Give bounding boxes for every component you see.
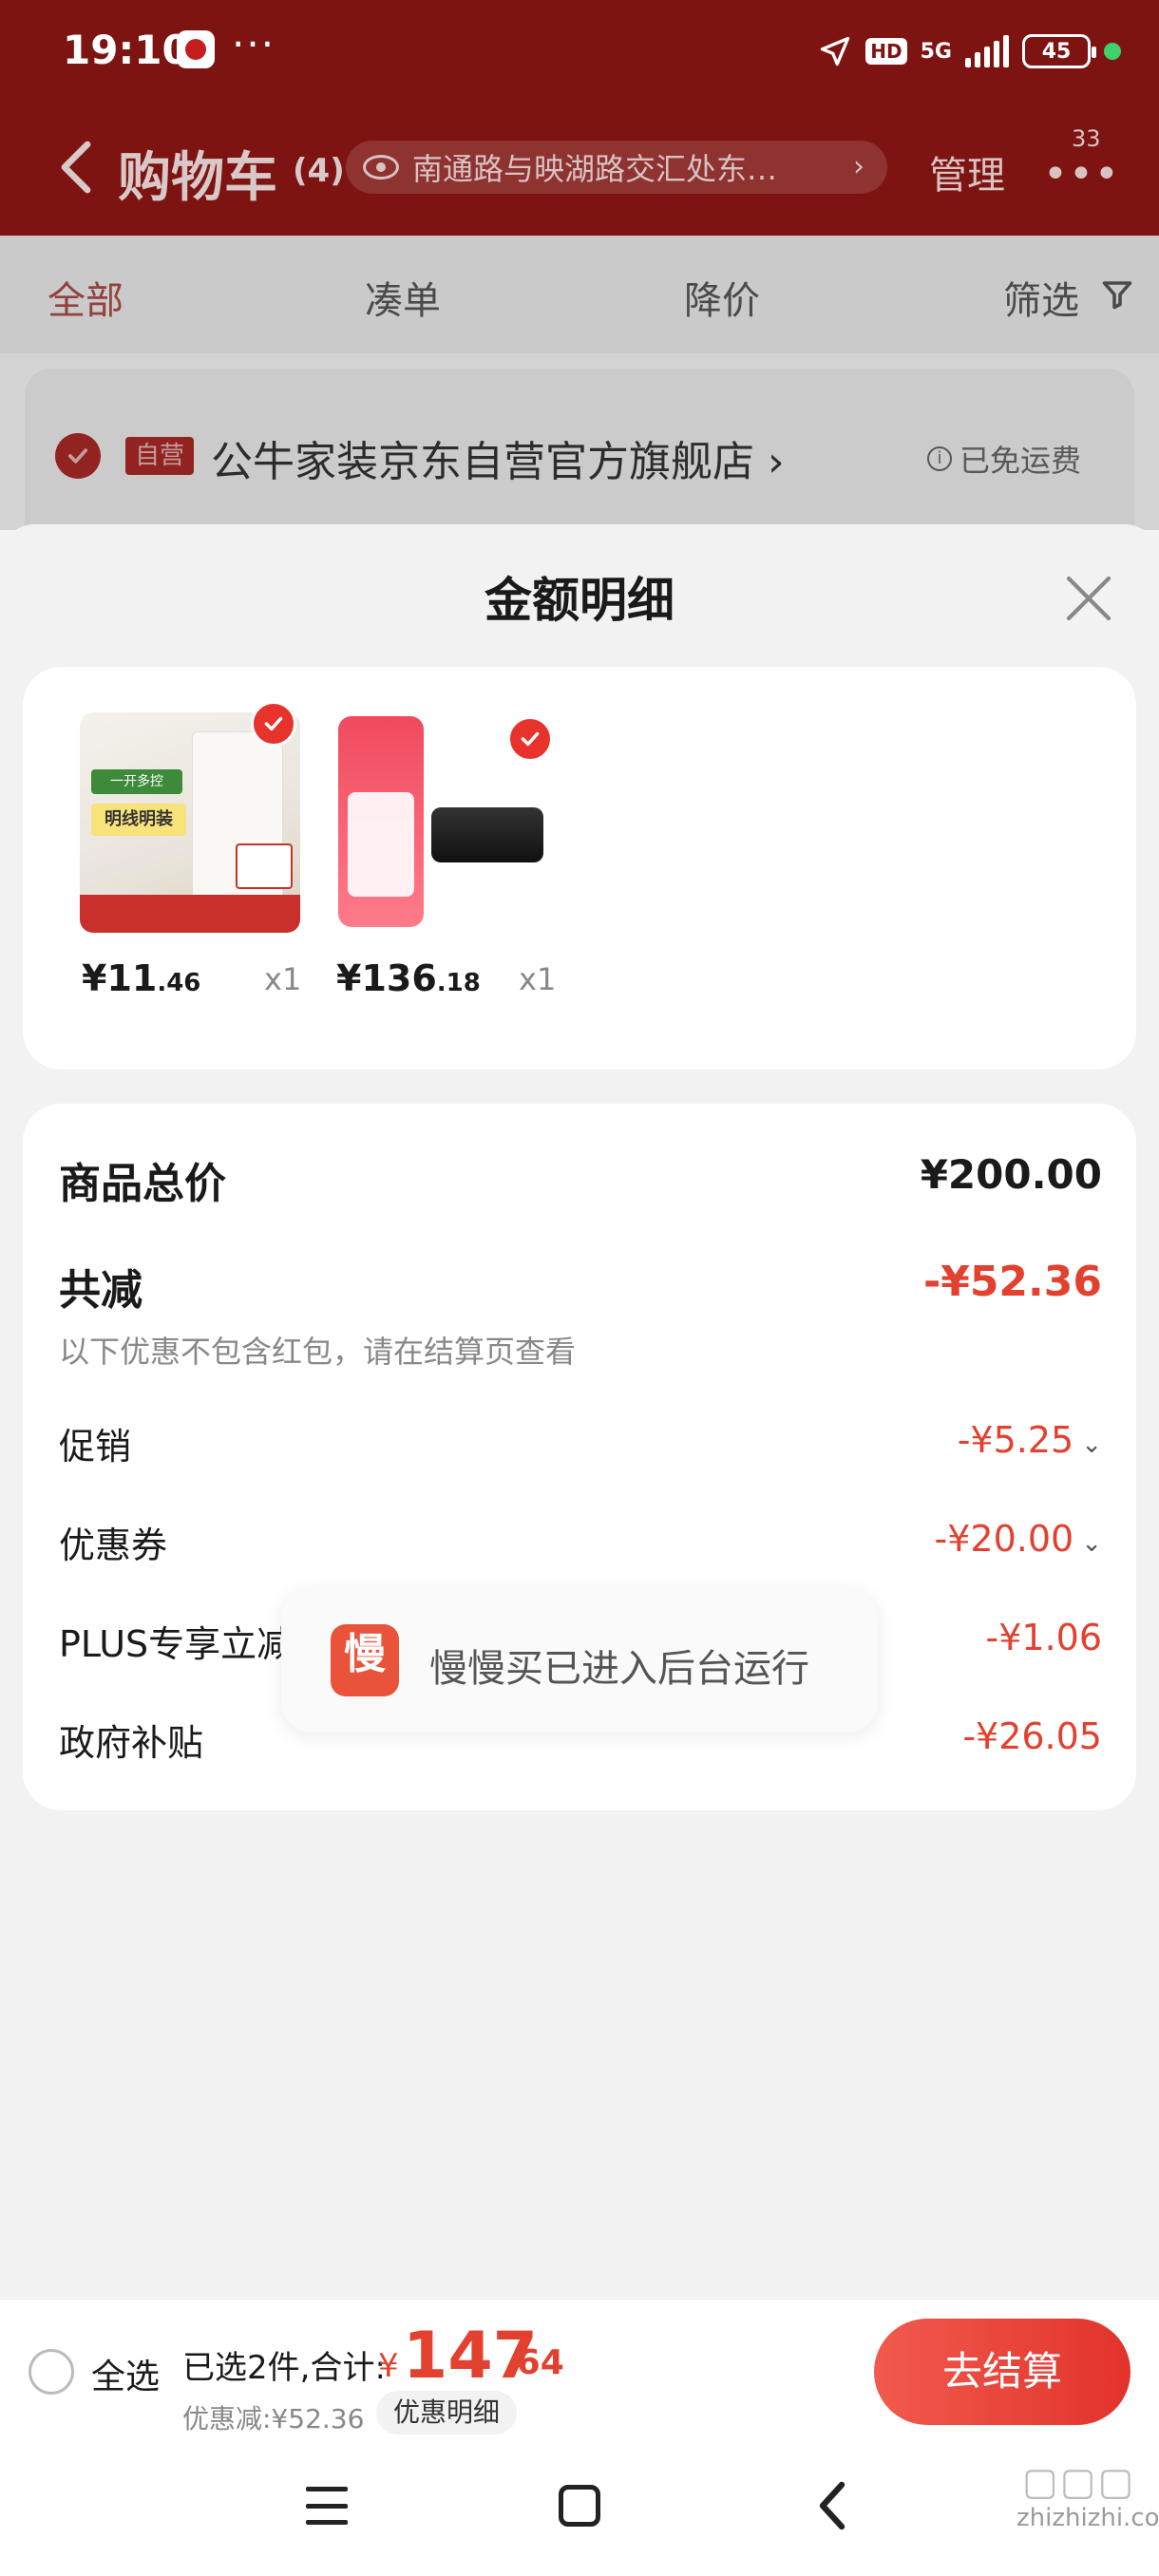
subsidy-value: -¥26.05 (962, 1715, 1102, 1757)
price-decimal: .18 (436, 969, 481, 997)
address-text: 南通路与映湖路交汇处东… (412, 151, 778, 187)
coupon-label: 优惠券 (59, 1525, 168, 1566)
check-icon (264, 716, 283, 731)
product-price: ¥11.46 (82, 957, 200, 999)
manage-button[interactable]: 管理 (929, 144, 1005, 199)
price-decimal: .46 (157, 969, 201, 997)
total-price-value: ¥200.00 (920, 1151, 1102, 1198)
promotion-row-toggle[interactable]: -¥5.25 ⌄ (958, 1419, 1102, 1461)
discount-detail-button[interactable]: 优惠明细 (376, 2391, 518, 2434)
chevron-down-icon: ⌄ (1081, 1430, 1102, 1459)
active-indicator-dot (1104, 43, 1121, 60)
coupon-value: -¥20.00 (934, 1518, 1074, 1560)
toast-message: 慢慢买已进入后台运行 (429, 1647, 809, 1691)
battery-level: 45 (1041, 39, 1072, 64)
manmanmai-app-logo: 慢 (331, 1624, 399, 1696)
reduction-value: -¥52.36 (922, 1258, 1102, 1306)
product-quantity: x1 (264, 961, 302, 997)
chevron-right-icon: › (853, 150, 864, 183)
network-type: 5G (920, 39, 952, 64)
promotion-label: 促销 (59, 1426, 132, 1468)
cart-navbar: 购物车 (4) 南通路与映湖路交汇处东… › 管理 ••• 33 (0, 114, 1159, 220)
tv-box-illustration (431, 807, 543, 862)
eye-icon (363, 155, 399, 180)
address-selector[interactable]: 南通路与映湖路交汇处东… › (346, 141, 887, 194)
message-count-badge: 33 (1072, 125, 1101, 152)
chevron-down-icon: ⌄ (1081, 1529, 1102, 1558)
system-navigation-bar (0, 2441, 1159, 2576)
checkout-button[interactable]: 去结算 (874, 2319, 1130, 2425)
select-all-radio[interactable] (28, 2349, 74, 2395)
coupon-row-toggle[interactable]: -¥20.00 ⌄ (935, 1518, 1102, 1560)
product-checkbox[interactable] (507, 716, 553, 762)
product-badge: 一开多控 (91, 769, 182, 794)
more-options-icon[interactable]: ••• (1043, 150, 1120, 199)
product-banner (80, 895, 300, 933)
battery-icon: 45 (1022, 34, 1096, 68)
plus-discount-label: PLUS专享立减 (59, 1623, 294, 1665)
total-currency: ¥ (378, 2347, 399, 2385)
background-running-toast: 慢 慢慢买已进入后台运行 (281, 1588, 878, 1733)
status-bar: 19:10 ··· HD 5G 45 (0, 0, 1159, 103)
checkout-bar: 全选 已选2件,合计: ¥ 147 .64 优惠减:¥52.36 优惠明细 去结… (0, 2299, 1159, 2441)
promo-phone-illustration (338, 716, 424, 927)
check-icon (521, 731, 540, 747)
top-bar: 19:10 ··· HD 5G 45 购物车 (4) 南通路与映湖路交汇处东… … (0, 0, 1159, 236)
total-amount-decimal: .64 (504, 2343, 564, 2382)
select-all-label[interactable]: 全选 (91, 2349, 160, 2398)
discount-summary: 优惠减:¥52.36 (182, 2403, 365, 2434)
promotion-value: -¥5.25 (957, 1419, 1074, 1461)
status-more-dots: ··· (232, 21, 276, 67)
cart-count: (4) (293, 152, 345, 190)
product-checkbox[interactable] (251, 701, 296, 747)
amount-detail-sheet: 金额明细 一开多控 明线明装 ¥11.46 x1 ¥136.18 x1 商品总价… (0, 524, 1159, 2299)
back-chevron-icon[interactable] (53, 137, 99, 198)
watermark-logo-icon: ▢▢▢ (1022, 2460, 1136, 2504)
product-label: 明线明装 (91, 804, 186, 836)
hd-badge: HD (865, 38, 907, 65)
selected-summary: 已选2件,合计: (182, 2349, 386, 2387)
modal-backdrop[interactable] (0, 236, 1159, 530)
location-arrow-icon (818, 34, 852, 68)
sheet-title: 金额明细 (484, 573, 674, 628)
notification-app-icon (177, 30, 215, 68)
reduction-label: 共减 (59, 1266, 142, 1315)
total-price-label: 商品总价 (59, 1160, 226, 1208)
page-title: 购物车 (118, 147, 277, 209)
plus-discount-value: -¥1.06 (985, 1617, 1103, 1658)
status-time: 19:10 (63, 27, 190, 73)
product-thumbnails: 一开多控 明线明装 ¥11.46 x1 ¥136.18 x1 (23, 667, 1136, 1070)
product-quantity: x1 (519, 961, 557, 997)
status-indicators: HD 5G 45 (818, 30, 1121, 72)
home-icon[interactable] (559, 2485, 600, 2527)
price-integer: ¥11 (82, 957, 158, 999)
price-integer: ¥136 (336, 957, 437, 999)
subsidy-label: 政府补贴 (59, 1722, 204, 1764)
reduction-note: 以下优惠不包含红包，请在结算页查看 (59, 1334, 577, 1370)
signal-icon (965, 35, 1009, 67)
close-icon[interactable] (1062, 572, 1115, 625)
watermark-text: zhizhizhi.com (1016, 2504, 1159, 2532)
back-icon[interactable] (813, 2479, 851, 2532)
recent-apps-icon[interactable] (306, 2487, 348, 2525)
product-price: ¥136.18 (336, 957, 481, 999)
price-tag-illustration (236, 843, 293, 889)
